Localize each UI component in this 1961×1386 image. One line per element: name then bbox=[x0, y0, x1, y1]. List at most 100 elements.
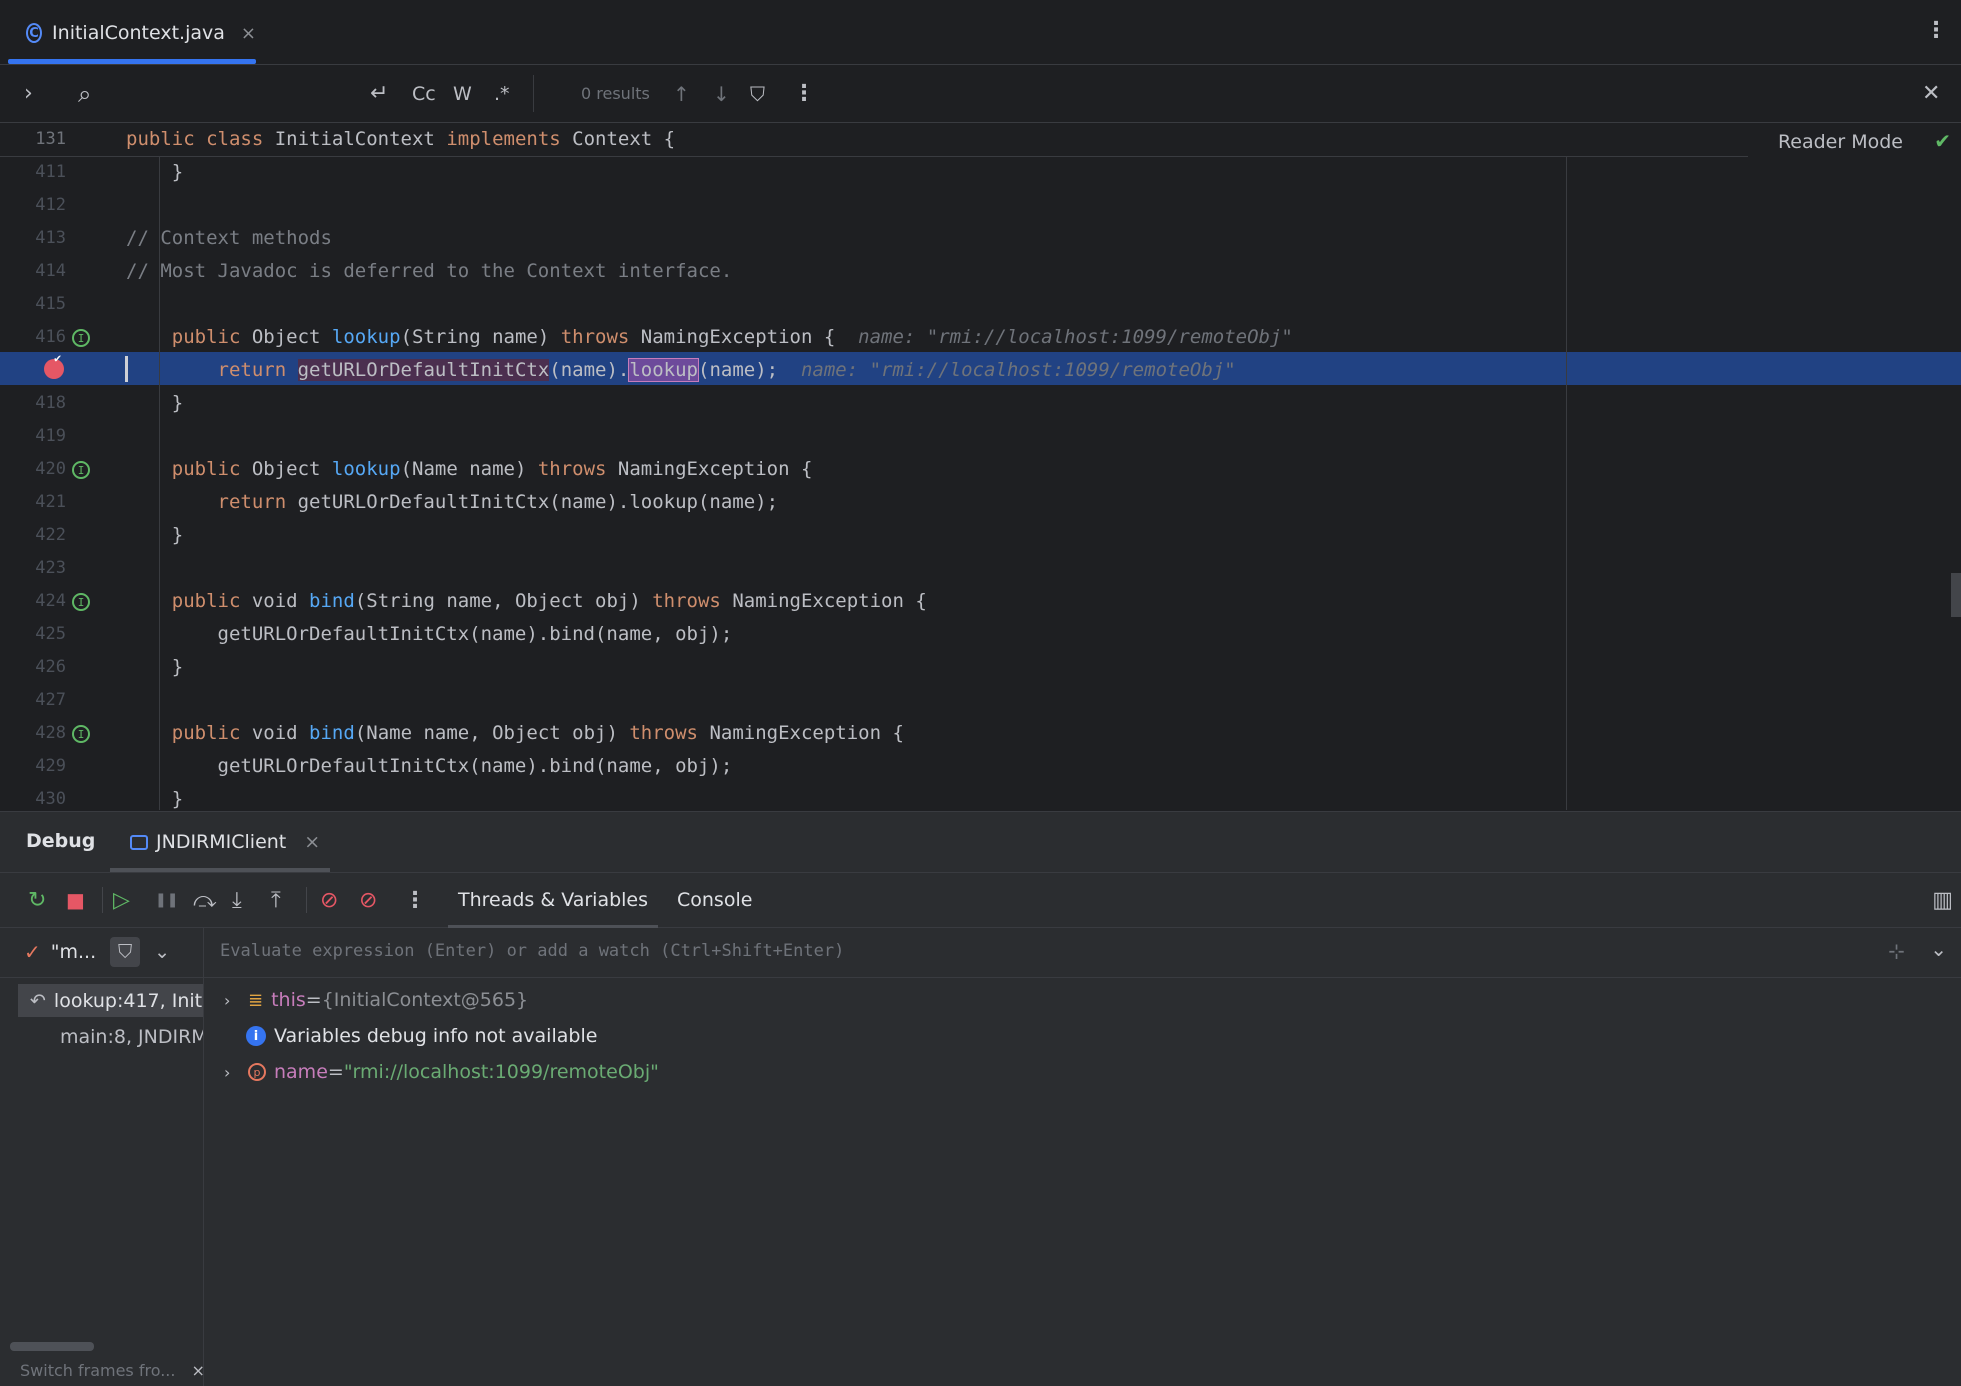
expand-chevron-icon[interactable]: › bbox=[224, 1063, 244, 1082]
filter-icon[interactable]: ⛉ bbox=[750, 65, 765, 122]
code-line-417-execution-point: return getURLOrDefaultInitCtx(name).look… bbox=[0, 354, 1961, 387]
line-number: 414 bbox=[35, 261, 66, 281]
next-occurrence-icon[interactable]: ↓ bbox=[713, 65, 730, 122]
expand-chevron-icon[interactable]: › bbox=[224, 991, 244, 1010]
line-number: 429 bbox=[35, 756, 66, 776]
code-text: public void bind(String name, Object obj… bbox=[171, 590, 927, 612]
comment-text: // Most Javadoc is deferred to the Conte… bbox=[126, 260, 733, 282]
mute-breakpoints-icon[interactable]: ⊘ bbox=[359, 873, 377, 927]
rerun-icon[interactable]: ↻ bbox=[28, 873, 46, 927]
variable-row-this[interactable]: › ≣ this = {InitialContext@565} bbox=[204, 982, 528, 1018]
code-text: InitialContext bbox=[263, 128, 447, 150]
add-watch-icon[interactable]: ⊹ bbox=[1888, 939, 1905, 963]
line-number: 416 bbox=[35, 327, 66, 347]
stop-icon[interactable]: ■ bbox=[66, 873, 85, 927]
code-text: getURLOrDefaultInitCtx(name).bind(name, … bbox=[126, 755, 733, 777]
comment-text: // Context methods bbox=[126, 227, 332, 249]
resume-icon[interactable]: ▷ bbox=[113, 873, 130, 927]
implements-method-icon[interactable]: I bbox=[72, 593, 90, 611]
code-text: public Object lookup(String name) throws… bbox=[171, 326, 1293, 348]
implements-method-icon[interactable]: I bbox=[72, 461, 90, 479]
reader-mode-button[interactable]: Reader Mode bbox=[1778, 131, 1903, 153]
code-line-422: 422 } bbox=[0, 519, 1961, 552]
chevron-down-icon[interactable]: ⌄ bbox=[154, 941, 170, 963]
debug-tool-window: Debug JNDIRMIClient × ↻ ■ ▷ ❚❚ ⤼ ⤓ ⤒ ⊘ ⊘… bbox=[0, 811, 1961, 1386]
code-line: public class InitialContext implements C… bbox=[126, 123, 675, 156]
no-problems-check-icon[interactable]: ✔ bbox=[1934, 129, 1951, 153]
step-out-icon[interactable]: ⤒ bbox=[271, 873, 281, 927]
code-line-415: 415 bbox=[0, 288, 1961, 321]
code-line-419: 419 bbox=[0, 420, 1961, 453]
code-editor[interactable]: 131 public class InitialContext implemen… bbox=[0, 123, 1961, 810]
debug-header: Debug JNDIRMIClient × bbox=[0, 812, 1961, 872]
var-eq: = bbox=[305, 989, 322, 1011]
frame-label: lookup:417, Initi bbox=[53, 989, 203, 1012]
code-line-425: 425 getURLOrDefaultInitCtx(name).bind(na… bbox=[0, 618, 1961, 651]
newline-toggle-icon[interactable]: ↵ bbox=[370, 65, 388, 122]
stack-frame-selected[interactable]: ↶ lookup:417, Initi bbox=[18, 984, 203, 1017]
variables-panel: Evaluate expression (Enter) or add a wat… bbox=[204, 927, 1961, 1386]
frames-filter-icon[interactable]: ⛉ bbox=[110, 937, 141, 967]
whole-word-toggle[interactable]: W bbox=[453, 65, 472, 122]
thread-selector[interactable]: "m... bbox=[51, 941, 96, 963]
code-line-412: 412 bbox=[0, 189, 1961, 222]
session-close-icon[interactable]: × bbox=[304, 831, 320, 853]
implements-method-icon[interactable]: I bbox=[72, 329, 90, 347]
evaluate-expression-field[interactable]: Evaluate expression (Enter) or add a wat… bbox=[204, 927, 1961, 978]
step-over-icon[interactable]: ⤼ bbox=[193, 873, 217, 927]
line-number: 415 bbox=[35, 294, 66, 314]
info-icon: i bbox=[246, 1026, 266, 1046]
pause-icon[interactable]: ❚❚ bbox=[155, 873, 178, 927]
code-line-427: 427 bbox=[0, 684, 1961, 717]
code-text: return getURLOrDefaultInitCtx(name).look… bbox=[217, 358, 1236, 382]
code-text: } bbox=[126, 788, 184, 810]
view-breakpoints-icon[interactable]: ⊘ bbox=[320, 873, 338, 927]
search-icon[interactable]: ⌕ bbox=[78, 65, 91, 122]
tab-close-icon[interactable]: × bbox=[241, 23, 256, 44]
breakpoint-verified-icon: ✔ bbox=[54, 351, 62, 365]
stack-frame[interactable]: main:8, JNDIRMI bbox=[60, 1020, 203, 1053]
code-line-421: 421 return getURLOrDefaultInitCtx(name).… bbox=[0, 486, 1961, 519]
info-text: Variables debug info not available bbox=[274, 1025, 598, 1047]
line-number: 427 bbox=[35, 690, 66, 710]
tab-initialcontext-java[interactable]: C InitialContext.java × bbox=[8, 4, 256, 64]
var-name: name bbox=[274, 1061, 328, 1083]
line-number: 430 bbox=[35, 789, 66, 809]
tab-label: InitialContext.java bbox=[52, 22, 225, 44]
sticky-header-line[interactable]: 131 public class InitialContext implemen… bbox=[0, 123, 1748, 157]
line-number: 422 bbox=[35, 525, 66, 545]
frames-scrollbar[interactable] bbox=[10, 1342, 94, 1351]
close-find-icon[interactable]: ✕ bbox=[1922, 65, 1940, 122]
step-into-icon[interactable]: ⤓ bbox=[232, 873, 242, 927]
keyword: public class bbox=[126, 128, 264, 150]
chevron-down-icon[interactable]: ⌄ bbox=[1930, 937, 1947, 961]
line-number: 425 bbox=[35, 624, 66, 644]
toolbar-more-icon[interactable]: ⋮ bbox=[404, 873, 426, 927]
code-line-430: 430 } bbox=[0, 783, 1961, 810]
tab-console[interactable]: Console bbox=[677, 873, 752, 927]
inline-value-hint: name: "rmi://localhost:1099/remoteObj" bbox=[778, 359, 1236, 381]
switch-frames-hint: Switch frames fro... × bbox=[20, 1359, 205, 1381]
implements-method-icon[interactable]: I bbox=[72, 725, 90, 743]
variable-row-name[interactable]: › p name = "rmi://localhost:1099/remoteO… bbox=[204, 1054, 659, 1090]
debug-session-tab[interactable]: JNDIRMIClient × bbox=[110, 812, 330, 872]
code-line-420: 420 I public Object lookup(Name name) th… bbox=[0, 453, 1961, 486]
more-options-icon[interactable]: ⋮ bbox=[1925, 18, 1947, 43]
code-text: public Object lookup(Name name) throws N… bbox=[171, 458, 813, 480]
layout-settings-icon[interactable]: ▥ bbox=[1932, 873, 1953, 927]
line-number: 418 bbox=[35, 393, 66, 413]
active-tab-indicator bbox=[8, 59, 256, 64]
previous-occurrence-icon[interactable]: ↑ bbox=[673, 65, 690, 122]
line-number: 421 bbox=[35, 492, 66, 512]
thread-check-icon: ✓ bbox=[24, 940, 41, 964]
find-more-icon[interactable]: ⋮ bbox=[793, 65, 815, 122]
hint-close-icon[interactable]: × bbox=[191, 1361, 204, 1380]
match-case-toggle[interactable]: Cc bbox=[412, 65, 436, 122]
regex-toggle[interactable]: .* bbox=[494, 65, 510, 122]
tab-threads-variables[interactable]: Threads & Variables bbox=[448, 873, 658, 928]
tab-label: Console bbox=[677, 889, 753, 911]
editor-scrollbar-thumb[interactable] bbox=[1951, 573, 1961, 617]
line-number: 419 bbox=[35, 426, 66, 446]
java-class-icon: C bbox=[26, 23, 43, 43]
expand-replace-icon[interactable]: › bbox=[24, 65, 33, 122]
